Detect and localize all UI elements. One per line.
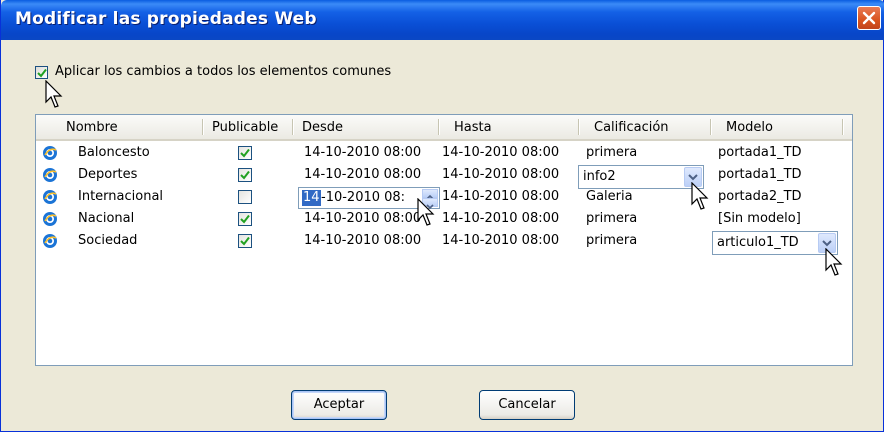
modelo-value[interactable]: portada2_TD	[718, 189, 802, 204]
modelo-value[interactable]: [Sin modelo]	[718, 211, 801, 226]
checkmark-icon	[240, 148, 250, 158]
hasta-value[interactable]: 14-10-2010 08:00	[442, 145, 559, 160]
selected-date-part: 14	[302, 190, 321, 206]
mouse-pointer-icon	[825, 248, 843, 276]
calificacion-selected-value: info2	[583, 169, 616, 184]
properties-list[interactable]: Nombre Publicable Desde Hasta Calificaci…	[35, 114, 853, 366]
hasta-value[interactable]: 14-10-2010 08:00	[442, 211, 559, 226]
close-icon	[862, 11, 876, 25]
publicable-checkbox[interactable]	[238, 212, 252, 226]
row-name: Internacional	[78, 189, 164, 204]
mouse-pointer-icon	[417, 198, 435, 226]
column-header-publicable[interactable]: Publicable	[212, 120, 278, 135]
checkmark-icon	[37, 68, 47, 78]
desde-value[interactable]: 14-10-2010 08:00	[304, 145, 421, 160]
column-header-calificacion[interactable]: Calificación	[594, 120, 669, 135]
row-name: Sociedad	[78, 233, 138, 248]
mouse-pointer-icon	[691, 182, 709, 210]
close-button[interactable]	[857, 6, 881, 30]
publicable-checkbox[interactable]	[238, 190, 252, 204]
ie-globe-icon	[43, 190, 57, 204]
calificacion-value[interactable]: primera	[586, 211, 637, 226]
cancel-button[interactable]: Cancelar	[479, 390, 575, 420]
modelo-value[interactable]: portada1_TD	[718, 145, 802, 160]
calificacion-value[interactable]: primera	[586, 145, 637, 160]
table-row[interactable]: Sociedad 14-10-2010 08:00 14-10-2010 08:…	[36, 231, 852, 255]
hasta-value[interactable]: 14-10-2010 08:00	[442, 233, 559, 248]
table-row[interactable]: Baloncesto 14-10-2010 08:00 14-10-2010 0…	[36, 143, 852, 165]
desde-value[interactable]: 14-10-2010 08:00	[304, 211, 421, 226]
checkmark-icon	[240, 170, 250, 180]
checkmark-icon	[240, 236, 250, 246]
desde-value[interactable]: 14-10-2010 08:00	[304, 167, 421, 182]
publicable-checkbox[interactable]	[238, 234, 252, 248]
table-row[interactable]: Internacional 14 -10-2010 08: 14-10-2010…	[36, 187, 852, 210]
column-header-modelo[interactable]: Modelo	[726, 120, 773, 135]
publicable-checkbox[interactable]	[238, 168, 252, 182]
window-title: Modificar las propiedades Web	[15, 9, 317, 29]
apply-all-checkbox[interactable]	[35, 66, 48, 79]
mouse-pointer-icon	[45, 80, 63, 108]
calificacion-value[interactable]: primera	[586, 233, 637, 248]
modelo-dropdown[interactable]: articulo1_TD	[712, 231, 838, 255]
ie-globe-icon	[43, 168, 57, 182]
calificacion-value[interactable]: Galeria	[586, 189, 633, 204]
ie-globe-icon	[43, 212, 57, 226]
chevron-down-icon	[822, 240, 832, 247]
row-name: Deportes	[78, 167, 138, 182]
row-name: Nacional	[78, 211, 135, 226]
hasta-value[interactable]: 14-10-2010 08:00	[442, 167, 559, 182]
checkmark-icon	[240, 214, 250, 224]
modelo-value[interactable]: portada1_TD	[718, 167, 802, 182]
ie-globe-icon	[43, 234, 57, 248]
ie-globe-icon	[43, 146, 57, 160]
accept-button[interactable]: Aceptar	[291, 390, 387, 420]
dialog-window: Modificar las propiedades Web Aplicar lo…	[0, 0, 884, 432]
hasta-value[interactable]: 14-10-2010 08:00	[442, 189, 559, 204]
apply-all-label: Aplicar los cambios a todos los elemento…	[55, 64, 392, 79]
calificacion-dropdown[interactable]: info2	[578, 165, 704, 189]
list-header: Nombre Publicable Desde Hasta Calificaci…	[36, 115, 852, 141]
table-row[interactable]: Deportes 14-10-2010 08:00 14-10-2010 08:…	[36, 165, 852, 189]
desde-value[interactable]: 14-10-2010 08:00	[304, 233, 421, 248]
date-rest: -10-2010 08:	[321, 190, 406, 205]
row-name: Baloncesto	[78, 145, 150, 160]
title-bar[interactable]: Modificar las propiedades Web	[1, 0, 884, 40]
chevron-down-icon	[688, 174, 698, 181]
publicable-checkbox[interactable]	[238, 146, 252, 160]
modelo-selected-value: articulo1_TD	[717, 235, 799, 250]
column-header-nombre[interactable]: Nombre	[66, 120, 118, 135]
table-row[interactable]: Nacional 14-10-2010 08:00 14-10-2010 08:…	[36, 209, 852, 231]
column-header-hasta[interactable]: Hasta	[454, 120, 492, 135]
spin-up-button[interactable]	[422, 189, 438, 200]
column-header-desde[interactable]: Desde	[302, 120, 343, 135]
